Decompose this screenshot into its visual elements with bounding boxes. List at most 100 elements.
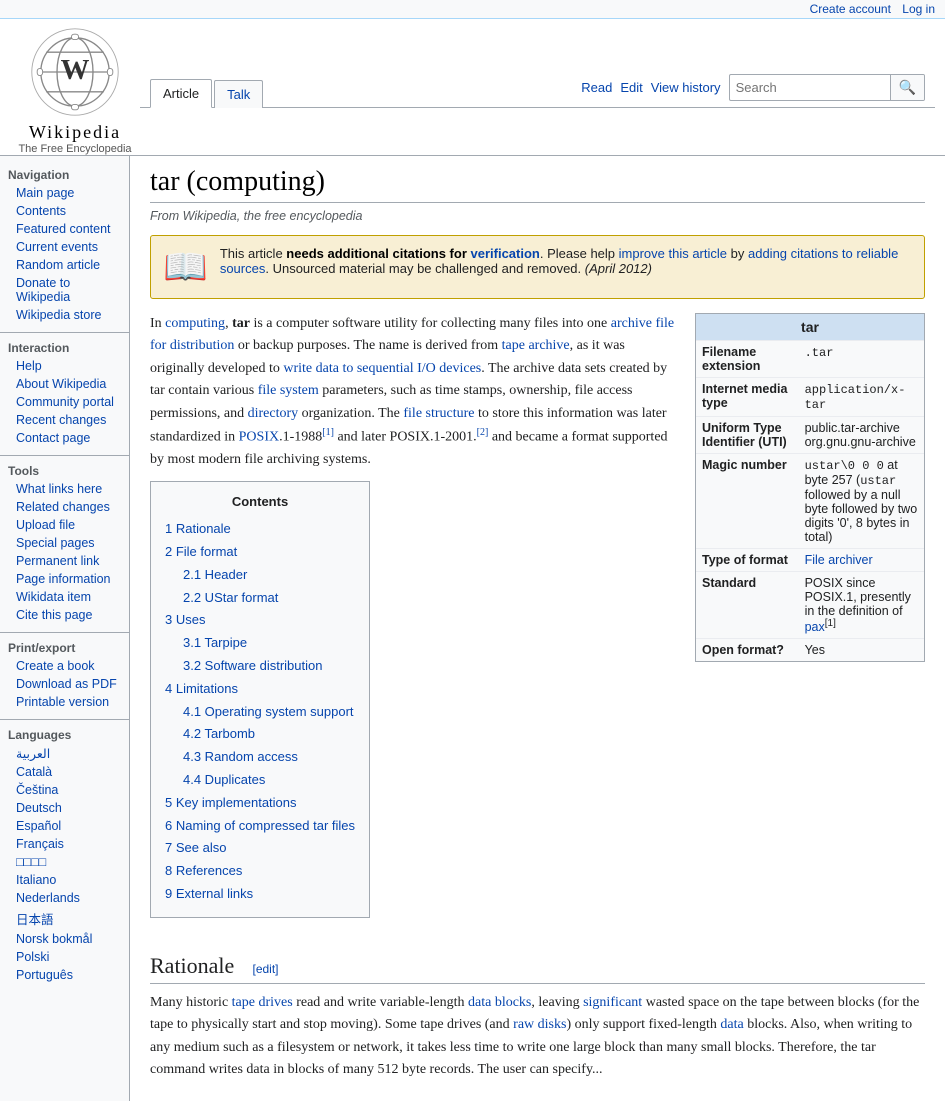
- toc-link-2-1[interactable]: 2.1 Header: [183, 567, 247, 582]
- sidebar-item-contents[interactable]: Contents: [0, 202, 129, 220]
- sidebar-item-main-page[interactable]: Main page: [0, 184, 129, 202]
- sidebar-lang-dutch[interactable]: Nederlands: [0, 889, 129, 907]
- toc-link-6[interactable]: 6 Naming of compressed tar files: [165, 818, 355, 833]
- file-system-link[interactable]: file system: [258, 383, 319, 398]
- create-account-link[interactable]: Create account: [810, 2, 891, 16]
- toc-link-1[interactable]: 1 Rationale: [165, 521, 231, 536]
- toc-link-5[interactable]: 5 Key implementations: [165, 795, 297, 810]
- sidebar-item-cite[interactable]: Cite this page: [0, 606, 129, 624]
- toc-link-8[interactable]: 8 References: [165, 863, 242, 878]
- tab-article[interactable]: Article: [150, 79, 212, 108]
- toc-link-4[interactable]: 4 Limitations: [165, 681, 238, 696]
- posix-link[interactable]: POSIX: [239, 430, 279, 445]
- sidebar-lang-spanish[interactable]: Español: [0, 817, 129, 835]
- edit-link[interactable]: Edit: [620, 80, 642, 95]
- tabs-bar: Article Talk Read Edit View history 🔍: [140, 74, 935, 108]
- sidebar-item-create-book[interactable]: Create a book: [0, 657, 129, 675]
- sidebar-item-recent[interactable]: Recent changes: [0, 411, 129, 429]
- rationale-paragraph: Many historic tape drives read and write…: [150, 992, 925, 1082]
- computing-link[interactable]: computing: [165, 316, 225, 331]
- sidebar-lang-japanese[interactable]: 日本語: [0, 907, 129, 930]
- sidebar-section-interaction: Interaction Help About Wikipedia Communi…: [0, 337, 129, 447]
- sidebar-lang-polish[interactable]: Polski: [0, 948, 129, 966]
- toc-link-2[interactable]: 2 File format: [165, 544, 237, 559]
- sidebar-section-languages: Languages العربية Català Čeština Deutsch…: [0, 724, 129, 984]
- sidebar-item-related[interactable]: Related changes: [0, 498, 129, 516]
- sidebar-lang-arabic[interactable]: العربية: [0, 744, 129, 763]
- sidebar-lang-german[interactable]: Deutsch: [0, 799, 129, 817]
- verification-link[interactable]: verification: [471, 246, 540, 261]
- read-link[interactable]: Read: [581, 80, 612, 95]
- sidebar-item-what-links[interactable]: What links here: [0, 480, 129, 498]
- sidebar-item-help[interactable]: Help: [0, 357, 129, 375]
- view-history-link[interactable]: View history: [651, 80, 721, 95]
- infobox-label-open: Open format?: [696, 639, 799, 662]
- toc-link-4-1[interactable]: 4.1 Operating system support: [183, 704, 354, 719]
- sidebar-lang-french[interactable]: Français: [0, 835, 129, 853]
- toc-link-2-2[interactable]: 2.2 UStar format: [183, 590, 278, 605]
- tab-talk[interactable]: Talk: [214, 80, 263, 108]
- sidebar-section-navigation: Navigation Main page Contents Featured c…: [0, 164, 129, 324]
- sidebar-item-printable[interactable]: Printable version: [0, 693, 129, 711]
- log-in-link[interactable]: Log in: [902, 2, 935, 16]
- archive-link[interactable]: archive file for distribution: [150, 316, 674, 353]
- sidebar-item-wikidata[interactable]: Wikidata item: [0, 588, 129, 606]
- tape-drives-link[interactable]: tape drives: [232, 995, 293, 1010]
- directory-link[interactable]: directory: [248, 406, 299, 421]
- data-link[interactable]: data: [720, 1017, 743, 1032]
- toc-sub-3: 3.1 Tarpipe 3.2 Software distribution: [165, 633, 355, 677]
- infobox-row-uti: Uniform Type Identifier (UTI) public.tar…: [696, 417, 924, 454]
- sidebar-item-current-events[interactable]: Current events: [0, 238, 129, 256]
- sidebar-item-about[interactable]: About Wikipedia: [0, 375, 129, 393]
- toc-link-4-4[interactable]: 4.4 Duplicates: [183, 772, 265, 787]
- sidebar-item-featured[interactable]: Featured content: [0, 220, 129, 238]
- data-blocks-link[interactable]: data blocks: [468, 995, 531, 1010]
- ref2[interactable]: [2]: [477, 427, 489, 438]
- write-data-link[interactable]: write data to sequential I/O devices: [283, 361, 481, 376]
- file-structure-link[interactable]: file structure: [403, 406, 474, 421]
- sidebar-item-special[interactable]: Special pages: [0, 534, 129, 552]
- sidebar-item-download-pdf[interactable]: Download as PDF: [0, 675, 129, 693]
- infobox-value-media: application/x-tar: [799, 378, 924, 417]
- toc-link-4-2[interactable]: 4.2 Tarbomb: [183, 726, 255, 741]
- toc-link-3-1[interactable]: 3.1 Tarpipe: [183, 635, 247, 650]
- toc-link-3-2[interactable]: 3.2 Software distribution: [183, 658, 322, 673]
- sidebar-item-donate[interactable]: Donate to Wikipedia: [0, 274, 129, 306]
- search-input[interactable]: [730, 76, 890, 99]
- raw-disks-link[interactable]: raw disks: [513, 1017, 566, 1032]
- sidebar-lang-portuguese[interactable]: Português: [0, 966, 129, 984]
- toc-link-3[interactable]: 3 Uses: [165, 612, 205, 627]
- sidebar-item-store[interactable]: Wikipedia store: [0, 306, 129, 324]
- rationale-edit-link[interactable]: [edit]: [252, 962, 278, 976]
- sidebar-item-community[interactable]: Community portal: [0, 393, 129, 411]
- sidebar-lang-catala[interactable]: Català: [0, 763, 129, 781]
- sidebar-lang-czech[interactable]: Čeština: [0, 781, 129, 799]
- sidebar-item-contact[interactable]: Contact page: [0, 429, 129, 447]
- toc-link-9[interactable]: 9 External links: [165, 886, 253, 901]
- tape-archive-link[interactable]: tape archive: [502, 338, 570, 353]
- sidebar-item-permalink[interactable]: Permanent link: [0, 552, 129, 570]
- toc-item-2: 2 File format 2.1 Header 2.2 UStar forma…: [165, 542, 355, 608]
- infobox-value-magic: ustar\0 0 0 at byte 257 (ustar followed …: [799, 454, 924, 549]
- ref1[interactable]: [1]: [322, 427, 334, 438]
- infobox-value-type: File archiver: [799, 549, 924, 572]
- sidebar-item-page-info[interactable]: Page information: [0, 570, 129, 588]
- sidebar-nav-title: Navigation: [0, 164, 129, 184]
- toc-link-7[interactable]: 7 See also: [165, 840, 226, 855]
- pax-link[interactable]: pax: [805, 620, 825, 634]
- infobox-row-magic: Magic number ustar\0 0 0 at byte 257 (us…: [696, 454, 924, 549]
- toc-link-4-3[interactable]: 4.3 Random access: [183, 749, 298, 764]
- sidebar-lang-japanese-script[interactable]: □□□□: [0, 853, 129, 871]
- significant-link[interactable]: significant: [583, 995, 642, 1010]
- sidebar-item-random[interactable]: Random article: [0, 256, 129, 274]
- toc-item-8: 8 References: [165, 861, 355, 882]
- toc-item-3-1: 3.1 Tarpipe: [183, 633, 355, 654]
- sidebar-item-upload[interactable]: Upload file: [0, 516, 129, 534]
- sidebar-lang-italian[interactable]: Italiano: [0, 871, 129, 889]
- file-archiver-link[interactable]: File archiver: [805, 553, 873, 567]
- sidebar-lang-norwegian[interactable]: Norsk bokmål: [0, 930, 129, 948]
- search-button[interactable]: 🔍: [890, 75, 924, 100]
- sidebar: Navigation Main page Contents Featured c…: [0, 156, 130, 1101]
- improve-link[interactable]: improve this article: [619, 246, 727, 261]
- toc-item-7: 7 See also: [165, 838, 355, 859]
